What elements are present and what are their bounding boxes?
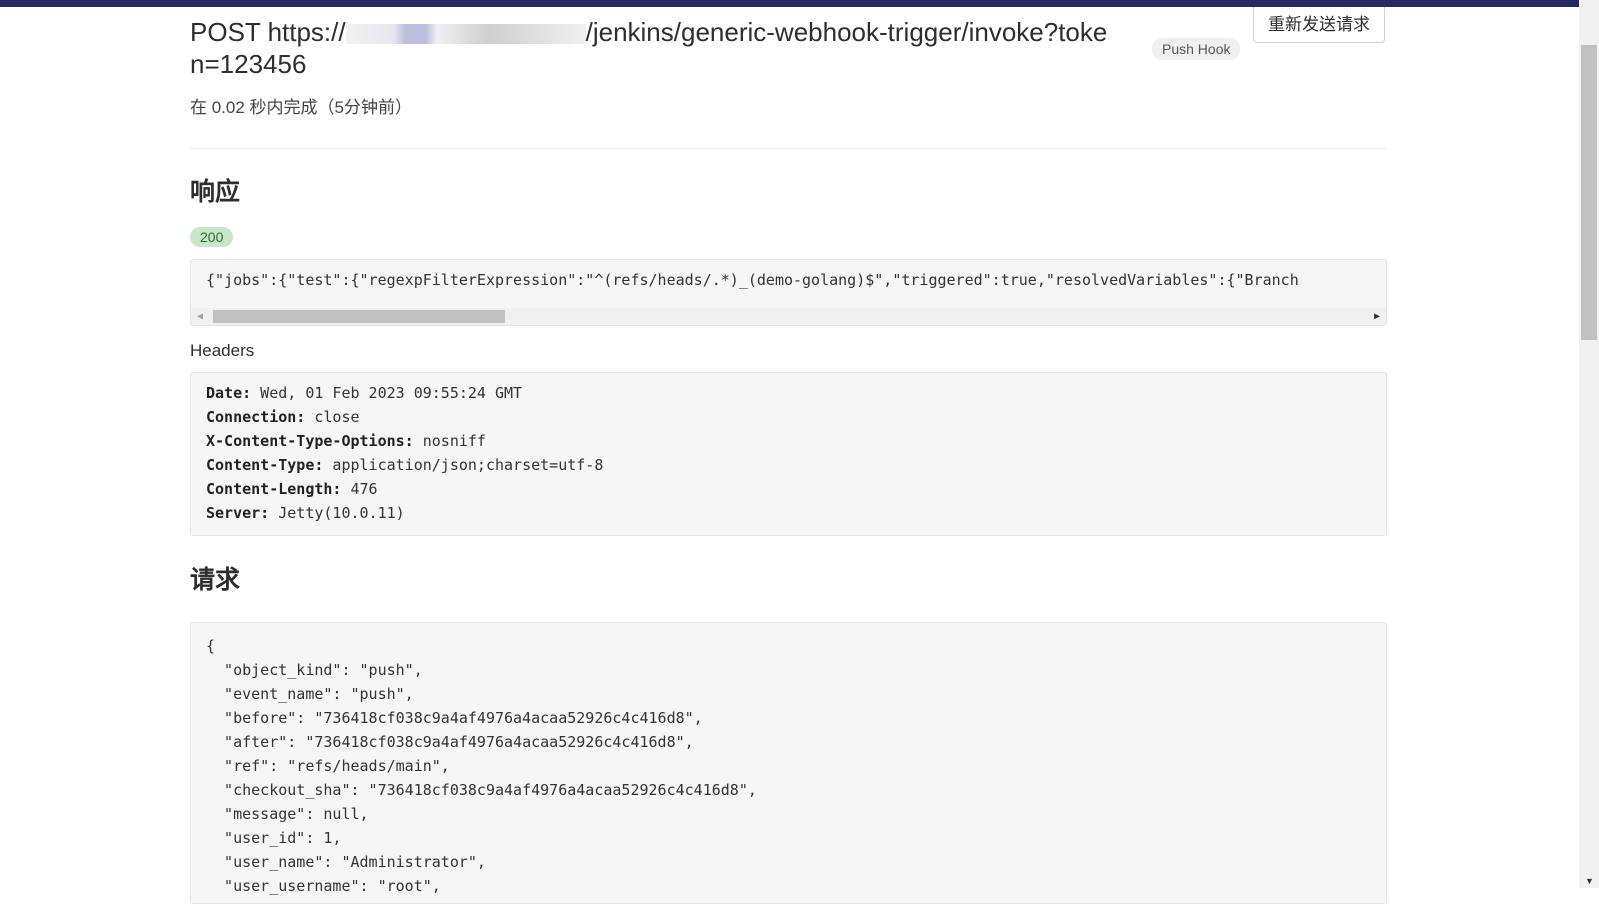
request-body-line: "user_name": "Administrator", bbox=[206, 853, 486, 871]
response-body-box[interactable]: {"jobs":{"test":{"regexpFilterExpression… bbox=[190, 259, 1387, 326]
response-body-text: {"jobs":{"test":{"regexpFilterExpression… bbox=[206, 271, 1299, 289]
request-body-line: "user_id": 1, bbox=[206, 829, 342, 847]
response-heading: 响应 bbox=[190, 178, 241, 206]
header-value: 476 bbox=[341, 480, 378, 498]
request-body-line: "ref": "refs/heads/main", bbox=[206, 757, 450, 775]
header-name: Connection: bbox=[206, 408, 306, 426]
header-line: Connection: close bbox=[206, 408, 360, 426]
header-value: Jetty(10.0.11) bbox=[269, 504, 405, 522]
header-line: Server: Jetty(10.0.11) bbox=[206, 504, 405, 522]
request-method: POST bbox=[190, 17, 261, 47]
scrollbar-thumb[interactable] bbox=[1581, 45, 1597, 340]
request-url-prefix: https:// bbox=[267, 17, 346, 47]
request-body-line: { bbox=[206, 637, 216, 655]
section-divider bbox=[190, 148, 1387, 149]
header-line: Content-Type: application/json;charset=u… bbox=[206, 456, 603, 474]
completion-time-text: 在 0.02 秒内完成（5分钟前） bbox=[190, 98, 412, 117]
status-code-badge: 200 bbox=[190, 227, 234, 247]
request-body-line: "after": "736418cf038c9a4af4976a4acaa529… bbox=[206, 733, 694, 751]
arrow-down-icon[interactable]: ▼ bbox=[1585, 876, 1594, 886]
header-name: Server: bbox=[206, 504, 270, 522]
header-value: application/json;charset=utf-8 bbox=[323, 456, 604, 474]
header-line: Content-Length: 476 bbox=[206, 480, 378, 498]
request-body-line: "event_name": "push", bbox=[206, 685, 414, 703]
request-title-row: POST https:///jenkins/generic-webhook-tr… bbox=[190, 7, 1387, 87]
request-title: POST https:///jenkins/generic-webhook-tr… bbox=[190, 16, 1110, 80]
header-line: Date: Wed, 01 Feb 2023 09:55:24 GMT bbox=[206, 384, 522, 402]
vertical-scrollbar[interactable]: ▼ bbox=[1579, 0, 1599, 888]
horizontal-scrollbar[interactable]: ◀ ▶ bbox=[191, 308, 1386, 325]
hook-type-badge: Push Hook bbox=[1152, 38, 1241, 60]
scrollbar-thumb[interactable] bbox=[213, 310, 505, 323]
response-headers-box: Date: Wed, 01 Feb 2023 09:55:24 GMT Conn… bbox=[190, 372, 1387, 536]
header-name: Content-Length: bbox=[206, 480, 342, 498]
header-value: Wed, 01 Feb 2023 09:55:24 GMT bbox=[251, 384, 523, 402]
redacted-host bbox=[345, 24, 586, 45]
request-body-box: { "object_kind": "push", "event_name": "… bbox=[190, 622, 1387, 904]
request-heading: 请求 bbox=[190, 566, 241, 594]
header-line: X-Content-Type-Options: nosniff bbox=[206, 432, 486, 450]
header-name: X-Content-Type-Options: bbox=[206, 432, 414, 450]
webhook-event-detail: POST https:///jenkins/generic-webhook-tr… bbox=[190, 7, 1387, 904]
request-body-line: "before": "736418cf038c9a4af4976a4acaa52… bbox=[206, 709, 703, 727]
arrow-left-icon[interactable]: ◀ bbox=[197, 311, 203, 322]
headers-label: Headers bbox=[190, 341, 255, 360]
header-value: nosniff bbox=[413, 432, 486, 450]
top-accent-bar bbox=[0, 0, 1579, 7]
arrow-right-icon[interactable]: ▶ bbox=[1374, 311, 1380, 322]
header-value: close bbox=[305, 408, 360, 426]
request-body-line: "object_kind": "push", bbox=[206, 661, 423, 679]
request-body-line: "message": null, bbox=[206, 805, 369, 823]
header-name: Content-Type: bbox=[206, 456, 324, 474]
request-body-line: "checkout_sha": "736418cf038c9a4af4976a4… bbox=[206, 781, 757, 799]
resend-request-button[interactable]: 重新发送请求 bbox=[1253, 7, 1385, 43]
header-name: Date: bbox=[206, 384, 252, 402]
request-body-line: "user_username": "root", bbox=[206, 877, 441, 895]
